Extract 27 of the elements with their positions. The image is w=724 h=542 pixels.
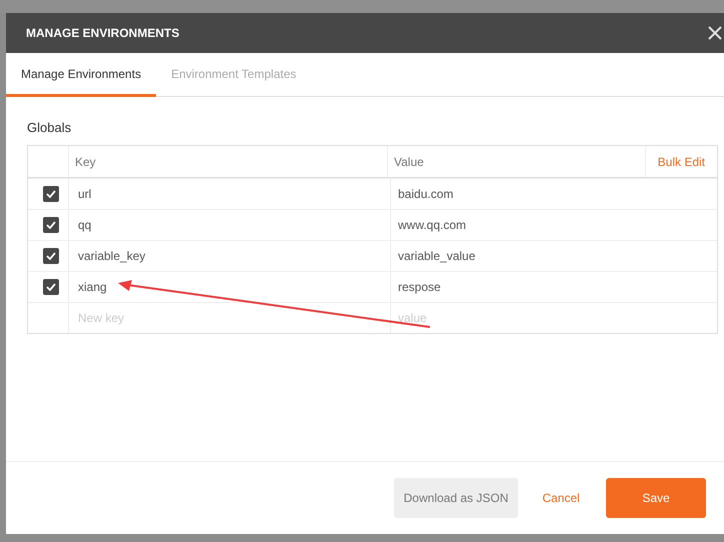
cancel-button[interactable]: Cancel (524, 478, 598, 518)
download-button[interactable]: Download as JSON (394, 478, 518, 518)
dialog-title: MANAGE ENVIRONMENTS (26, 26, 180, 40)
table-cell: respose (398, 280, 441, 294)
checkbox[interactable] (43, 279, 59, 295)
table-cell: baidu.com (398, 187, 454, 201)
checkbox[interactable] (43, 217, 59, 233)
table-cell: variable_key (78, 249, 146, 263)
table-cell: xiang (78, 280, 107, 294)
table-cell: url (78, 187, 92, 201)
checkmark-icon (46, 283, 56, 291)
checkmark-icon (46, 190, 56, 198)
column-header: Key (75, 154, 96, 168)
checkmark-icon (46, 221, 56, 229)
table-cell: qq (78, 218, 92, 232)
section-title: Globals (27, 120, 72, 135)
table-cell: www.qq.com (398, 218, 466, 232)
column-header: Value (394, 154, 424, 168)
tab[interactable]: Manage Environments (6, 53, 156, 97)
checkbox[interactable] (43, 248, 59, 264)
bulk-edit-link[interactable]: Bulk Edit (644, 146, 717, 177)
checkbox[interactable] (43, 186, 59, 202)
table-cell: variable_value (398, 249, 476, 263)
save-button[interactable]: Save (606, 478, 706, 518)
close-icon[interactable] (708, 26, 722, 40)
checkmark-icon (46, 252, 56, 260)
tab[interactable]: Environment Templates (156, 53, 312, 97)
